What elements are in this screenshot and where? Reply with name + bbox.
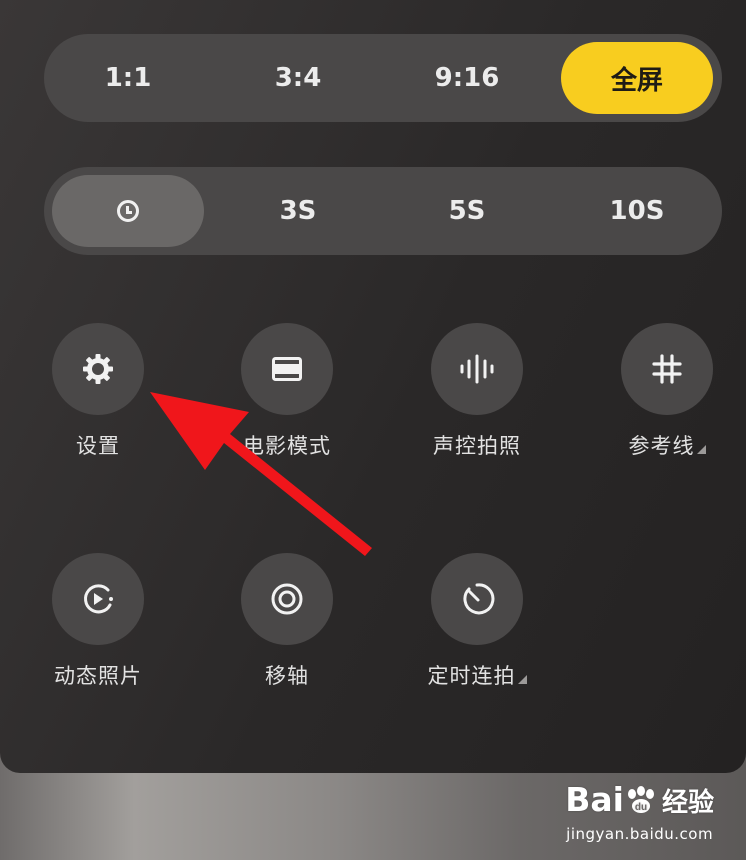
more-options-corner-icon: [696, 445, 706, 454]
tool-voice-shutter[interactable]: 声控拍照: [407, 323, 547, 459]
clock-icon: [117, 200, 139, 222]
more-options-corner-icon: [517, 675, 527, 684]
jingyan-text: 经验: [661, 788, 714, 818]
ratio-option-3-4[interactable]: 3:4: [222, 42, 374, 114]
cinema-frame-icon: [272, 357, 302, 381]
tilt-shift-label: 移轴: [265, 664, 309, 688]
timer-burst-button[interactable]: [431, 553, 523, 645]
gear-icon: [83, 354, 113, 384]
timer-burst-label-text: 定时连拍: [427, 664, 516, 688]
timer-option-off[interactable]: [52, 175, 204, 247]
settings-button[interactable]: [52, 323, 144, 415]
cinema-mode-label: 电影模式: [243, 434, 331, 458]
voice-shutter-label: 声控拍照: [433, 434, 521, 458]
tool-grid-lines[interactable]: 参考线: [597, 323, 737, 459]
baidu-logo: Bai du 经验: [565, 780, 714, 823]
camera-settings-panel: 1:1 3:4 9:16 全屏 3S 5S 10S 设置 电影模式 声控拍照 参…: [0, 0, 746, 773]
tool-settings[interactable]: 设置: [28, 323, 168, 459]
timer-option-5s[interactable]: 5S: [391, 175, 543, 247]
timer-option-10s[interactable]: 10S: [561, 175, 713, 247]
motion-photo-icon: [84, 584, 113, 614]
tool-cinema-mode[interactable]: 电影模式: [217, 323, 357, 459]
tool-tilt-shift[interactable]: 移轴: [217, 553, 357, 689]
baidu-jingyan-watermark: Bai du 经验 jingyan.baidu.com: [565, 780, 714, 845]
ratio-option-fullscreen[interactable]: 全屏: [561, 42, 713, 114]
sound-wave-icon: [460, 354, 494, 384]
grid-hash-icon: [652, 354, 682, 384]
ratio-option-1-1[interactable]: 1:1: [52, 42, 204, 114]
grid-lines-button[interactable]: [621, 323, 713, 415]
ratio-option-9-16[interactable]: 9:16: [391, 42, 543, 114]
tool-timer-burst[interactable]: 定时连拍: [407, 553, 547, 689]
baidu-logo-text: Bai: [565, 780, 624, 819]
tilt-shift-icon: [271, 583, 303, 615]
timer-option-3s[interactable]: 3S: [222, 175, 374, 247]
voice-shutter-button[interactable]: [431, 323, 523, 415]
cinema-mode-button[interactable]: [241, 323, 333, 415]
grid-lines-label-text: 参考线: [628, 434, 695, 458]
motion-photo-label: 动态照片: [54, 664, 142, 688]
watermark-url: jingyan.baidu.com: [566, 825, 714, 843]
motion-photo-button[interactable]: [52, 553, 144, 645]
tool-motion-photo[interactable]: 动态照片: [28, 553, 168, 689]
timer-burst-icon: [463, 583, 495, 615]
paw-icon: du: [624, 783, 658, 813]
tilt-shift-button[interactable]: [241, 553, 333, 645]
svg-text:du: du: [635, 802, 647, 813]
timer-selector: 3S 5S 10S: [44, 167, 722, 255]
timer-burst-label: 定时连拍: [407, 663, 547, 689]
settings-label: 设置: [76, 434, 120, 458]
grid-lines-label: 参考线: [597, 433, 737, 459]
aspect-ratio-selector: 1:1 3:4 9:16 全屏: [44, 34, 722, 122]
